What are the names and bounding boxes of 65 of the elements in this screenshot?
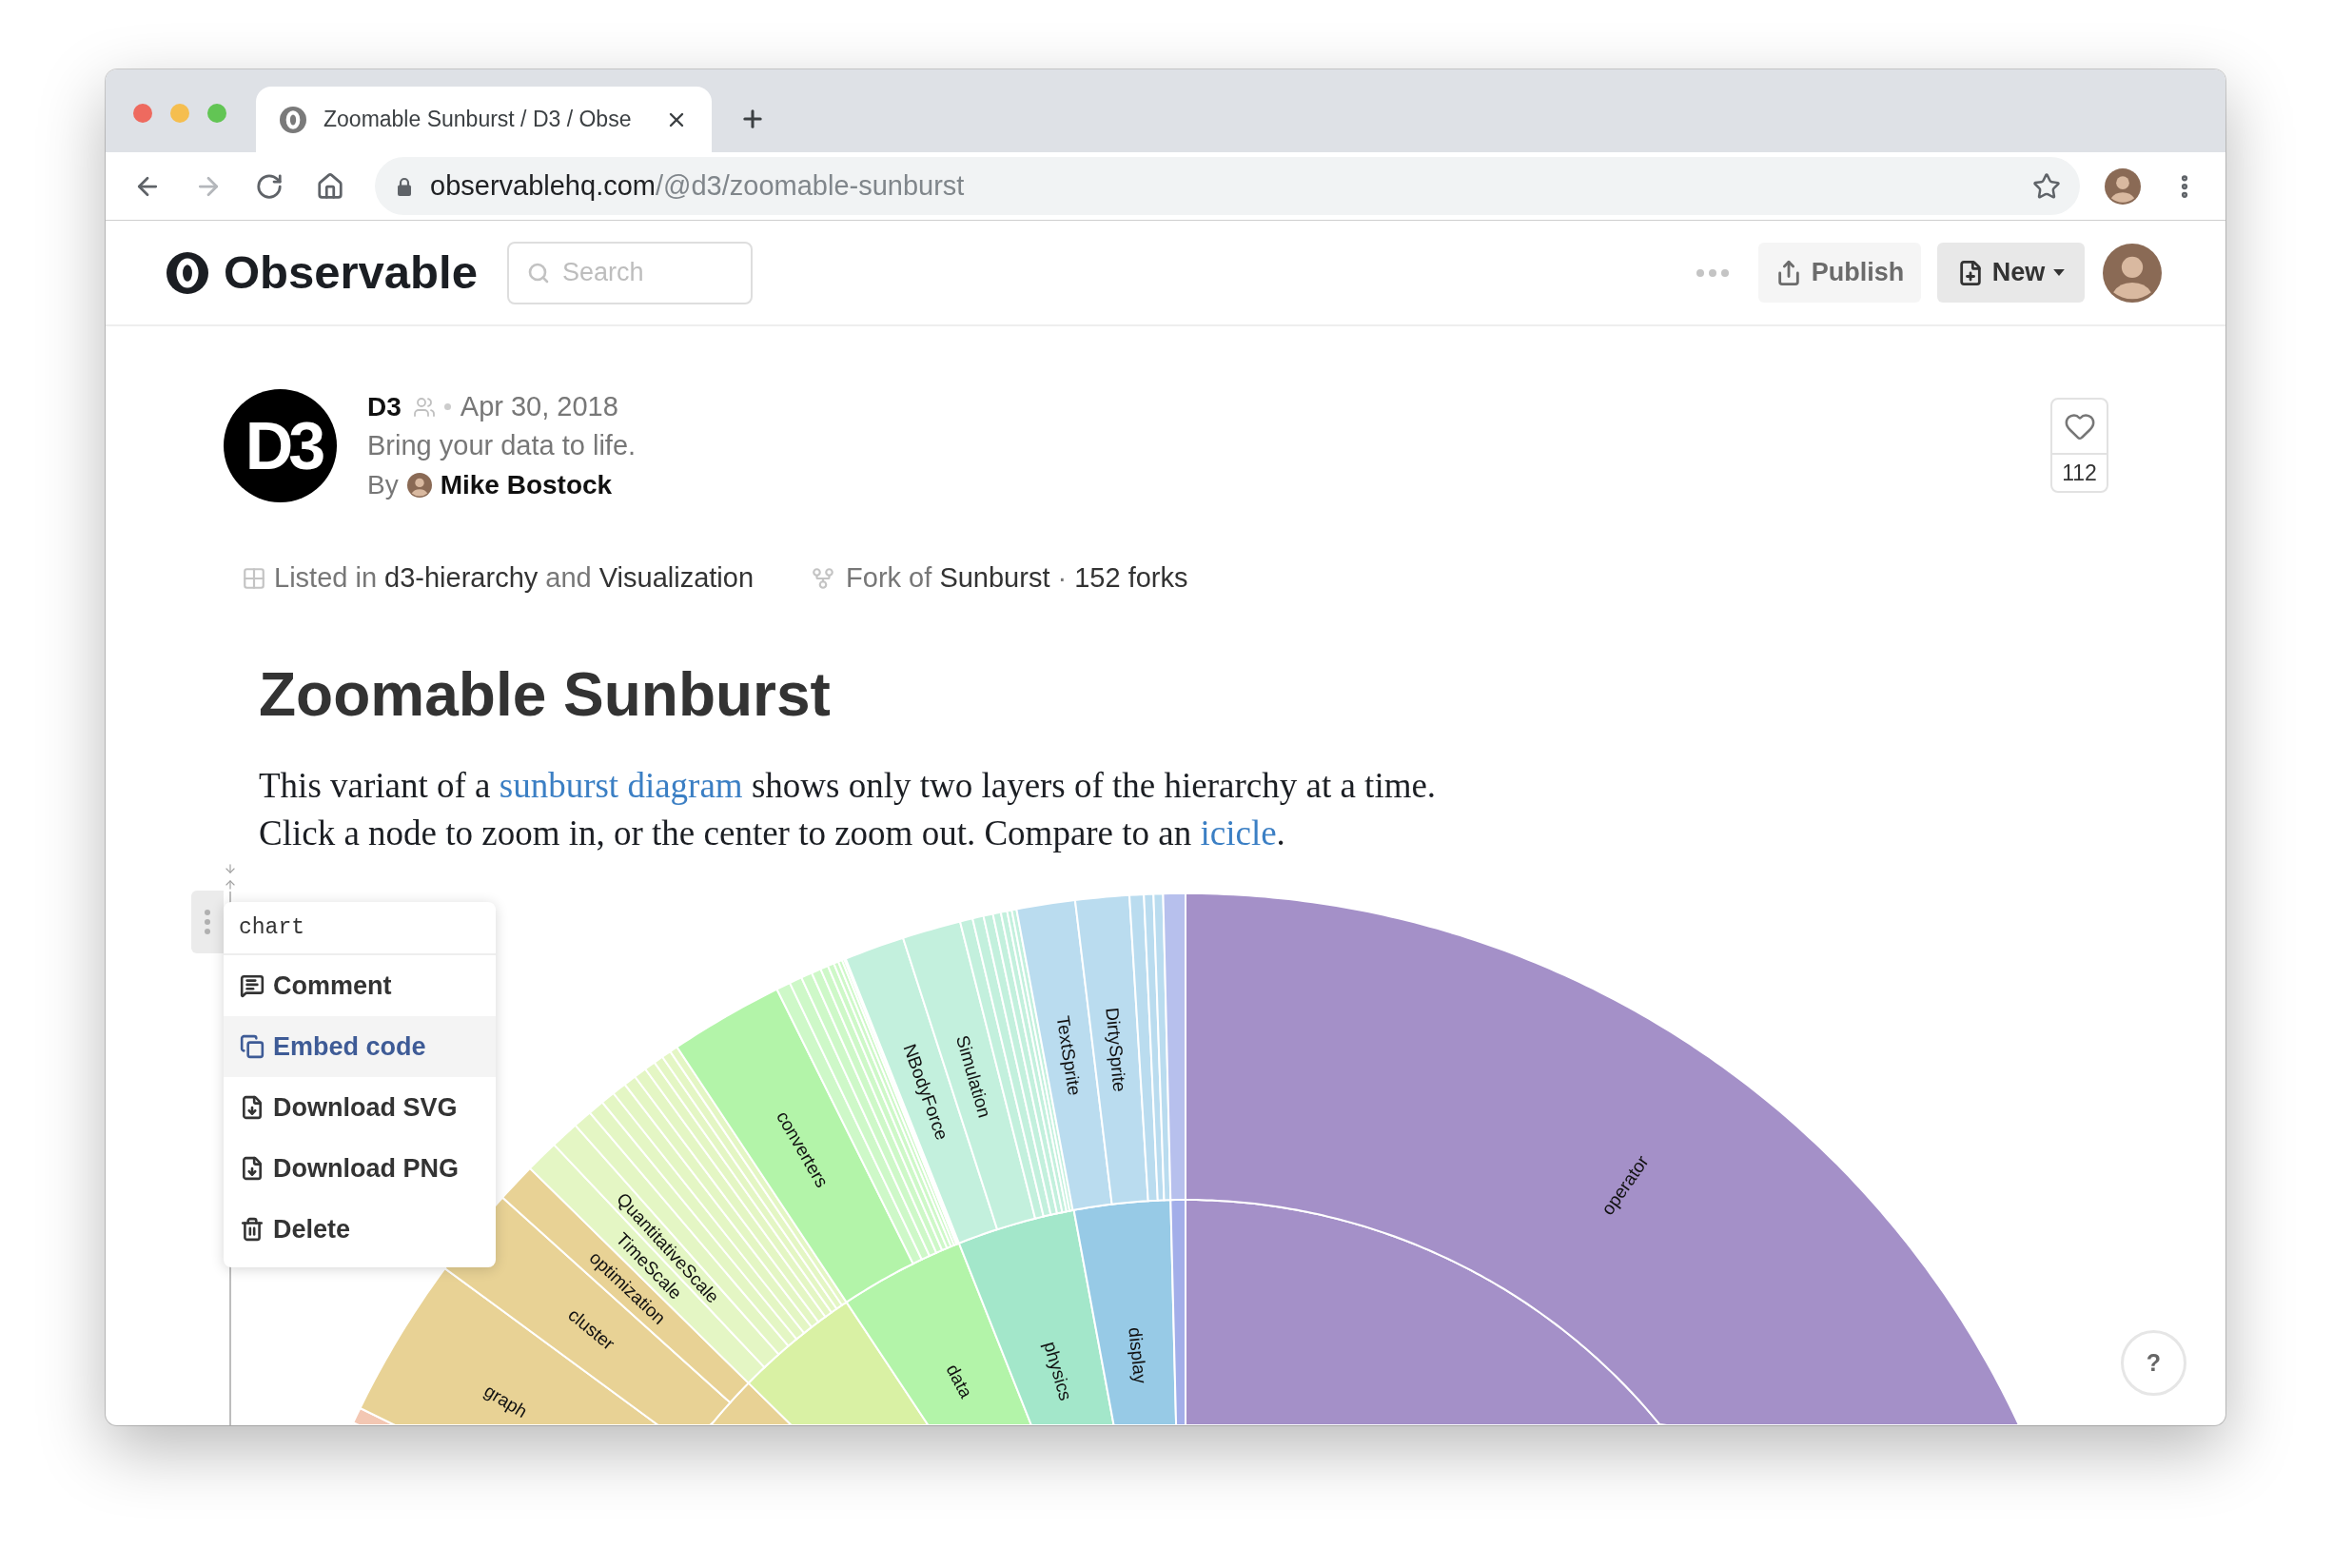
text-link[interactable]: icicle xyxy=(1200,813,1277,853)
byline-label: By xyxy=(367,469,399,501)
trash-icon xyxy=(240,1217,265,1242)
slice-label: physics xyxy=(1040,1339,1076,1403)
cell-name: chart xyxy=(239,913,304,942)
fork-icon xyxy=(811,566,836,591)
author-link[interactable]: Mike Bostock xyxy=(440,465,613,504)
caret-icon xyxy=(2053,269,2066,276)
description-text: This variant of a sunburst diagram shows only two layers of the hierarchy at a time. Click a node to zoom in, or the center to zoom out. Compare to an icicle. xyxy=(259,765,1437,854)
fork-link[interactable]: 152 forks xyxy=(1074,562,1188,594)
slice-label: TextSprite xyxy=(1052,1014,1086,1097)
team-name[interactable]: D3 xyxy=(367,387,402,426)
slice-label: graph xyxy=(480,1380,531,1422)
menu-item[interactable]: Comment xyxy=(224,955,496,1016)
maximize-window-icon[interactable] xyxy=(207,104,226,123)
collection-link[interactable]: d3-hierarchy xyxy=(384,562,539,594)
fork-text: Fork of Sunburst · 152 forks xyxy=(846,561,1188,596)
search-icon xyxy=(526,261,550,284)
listed-in-text: Listed in d3-hierarchy and Visualization xyxy=(274,561,755,596)
avatar-icon xyxy=(406,472,432,498)
team-logo[interactable]: D3 xyxy=(224,389,337,502)
menu-item[interactable]: Delete xyxy=(224,1199,496,1260)
address-bar[interactable]: observablehq.com/@d3/zoomable-sunburst xyxy=(375,157,2080,215)
search-field[interactable]: Search xyxy=(506,241,753,304)
team-icon xyxy=(412,395,436,419)
avatar-icon xyxy=(2103,243,2162,303)
text-link[interactable]: sunburst diagram xyxy=(499,766,743,805)
menu-item[interactable]: Download SVG xyxy=(224,1077,496,1138)
browser-tab[interactable]: Zoomable Sunburst / D3 / Obse xyxy=(256,87,712,152)
drag-handle[interactable] xyxy=(191,891,224,953)
avatar-icon xyxy=(2105,167,2141,205)
grid-icon xyxy=(242,566,266,591)
publish-date: Apr 30, 2018 xyxy=(460,390,618,423)
vertical-dots-icon xyxy=(205,910,210,934)
file-download-icon xyxy=(240,1156,265,1181)
close-window-icon[interactable] xyxy=(133,104,152,123)
like-button[interactable]: 112 xyxy=(2050,398,2108,493)
file-download-icon xyxy=(240,1095,265,1120)
team-tagline: Bring your data to life. xyxy=(367,429,637,462)
bookmark-star-icon[interactable] xyxy=(2032,171,2061,201)
brand-name[interactable]: Observable xyxy=(224,237,478,308)
publish-button[interactable]: Publish xyxy=(1758,243,1921,303)
notebook-title: Zoomable Sunburst xyxy=(259,659,831,731)
menu-item[interactable]: Embed code xyxy=(224,1016,496,1077)
menu-item[interactable]: Download PNG xyxy=(224,1138,496,1199)
minimize-window-icon[interactable] xyxy=(170,104,189,123)
reload-icon[interactable] xyxy=(255,171,284,201)
down-arrow-icon[interactable] xyxy=(224,862,237,875)
up-arrow-icon[interactable] xyxy=(224,878,237,892)
new-button[interactable]: New xyxy=(1937,243,2085,303)
overlapping-squares-icon xyxy=(240,1034,265,1059)
favicon-icon xyxy=(280,106,306,133)
slice-label: display xyxy=(1125,1326,1151,1385)
speech-bubble-icon xyxy=(240,973,265,998)
home-icon[interactable] xyxy=(316,171,344,201)
help-button[interactable]: ? xyxy=(2121,1330,2186,1396)
separator-dot-icon xyxy=(443,403,451,410)
logo-icon xyxy=(167,251,208,294)
slice-label: Simulation xyxy=(951,1032,995,1120)
fork-link[interactable]: Sunburst xyxy=(939,562,1050,594)
more-icon[interactable] xyxy=(1696,268,1729,277)
lock-icon xyxy=(397,176,412,196)
collection-link[interactable]: Visualization xyxy=(598,562,755,594)
slice-label: DirtySprite xyxy=(1102,1007,1130,1093)
slice-label: data xyxy=(942,1361,977,1401)
